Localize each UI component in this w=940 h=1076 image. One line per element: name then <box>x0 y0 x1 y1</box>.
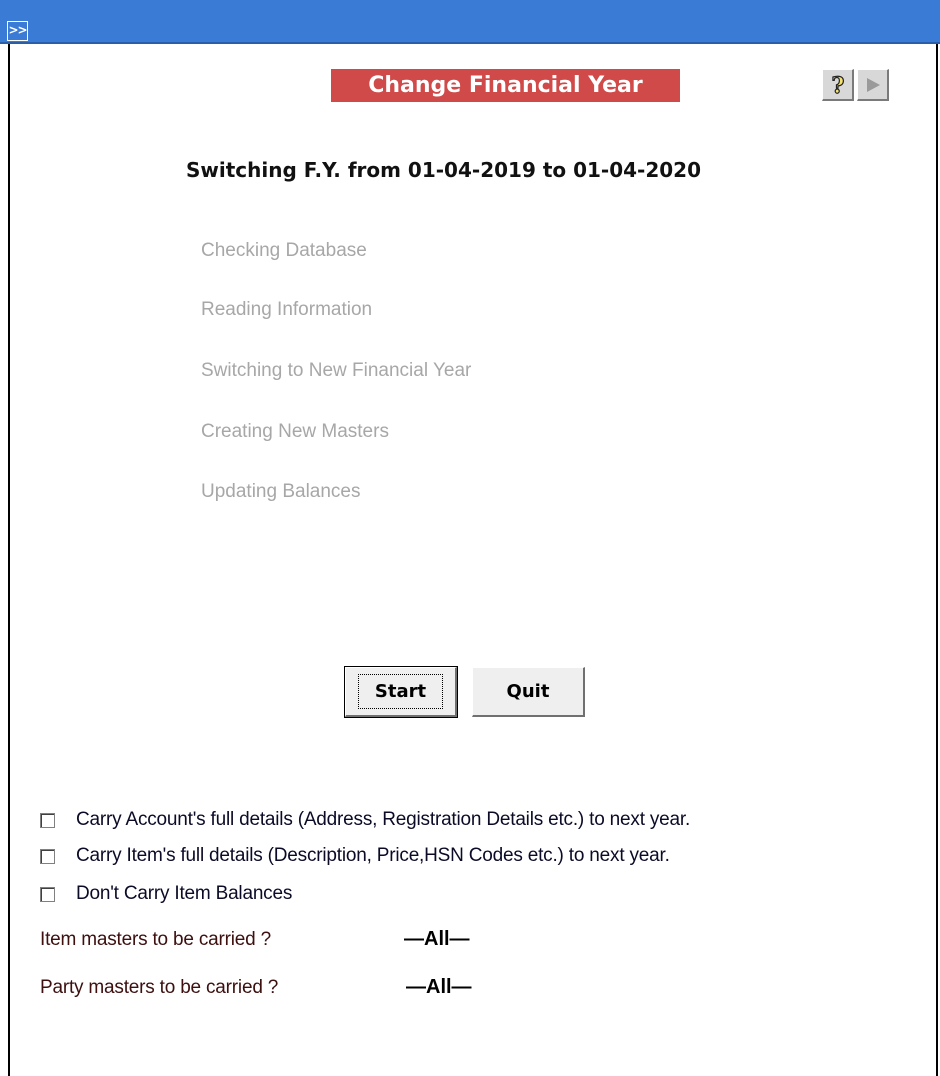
carry-account-details-label: Carry Account's full details (Address, R… <box>76 809 691 830</box>
dont-carry-balances-label: Don't Carry Item Balances <box>76 883 293 904</box>
top-toolbar: >> <box>0 0 940 44</box>
item-masters-value[interactable]: —All— <box>404 928 470 951</box>
carry-account-details-checkbox[interactable] <box>40 812 55 828</box>
step-checking-database: Checking Database <box>201 240 367 261</box>
next-button[interactable] <box>857 69 889 101</box>
help-button[interactable]: ? <box>822 69 854 101</box>
dont-carry-balances-option[interactable]: Don't Carry Item Balances <box>40 883 292 905</box>
expand-button[interactable]: >> <box>7 21 28 41</box>
step-creating-masters: Creating New Masters <box>201 421 389 442</box>
quit-button[interactable]: Quit <box>472 667 585 717</box>
dialog-title: Change Financial Year <box>331 69 680 102</box>
help-icon: ? <box>830 73 844 97</box>
start-button[interactable]: Start <box>344 666 458 718</box>
carry-item-details-checkbox[interactable] <box>40 848 55 864</box>
carry-account-details-option[interactable]: Carry Account's full details (Address, R… <box>40 809 690 831</box>
step-updating-balances: Updating Balances <box>201 481 361 502</box>
quit-button-label: Quit <box>506 681 550 702</box>
step-reading-information: Reading Information <box>201 299 373 320</box>
dont-carry-balances-checkbox[interactable] <box>40 886 55 902</box>
party-masters-value[interactable]: —All— <box>406 976 472 999</box>
next-arrow-icon <box>866 77 880 92</box>
item-masters-label: Item masters to be carried ? <box>40 929 271 950</box>
carry-item-details-label: Carry Item's full details (Description, … <box>76 845 670 866</box>
svg-text:?: ? <box>831 73 844 97</box>
dialog-frame <box>8 44 938 1076</box>
party-masters-label: Party masters to be carried ? <box>40 977 279 998</box>
step-switching-year: Switching to New Financial Year <box>201 360 472 381</box>
carry-item-details-option[interactable]: Carry Item's full details (Description, … <box>40 845 670 867</box>
start-button-label: Start <box>357 674 444 709</box>
switching-heading: Switching F.Y. from 01-04-2019 to 01-04-… <box>186 158 702 182</box>
